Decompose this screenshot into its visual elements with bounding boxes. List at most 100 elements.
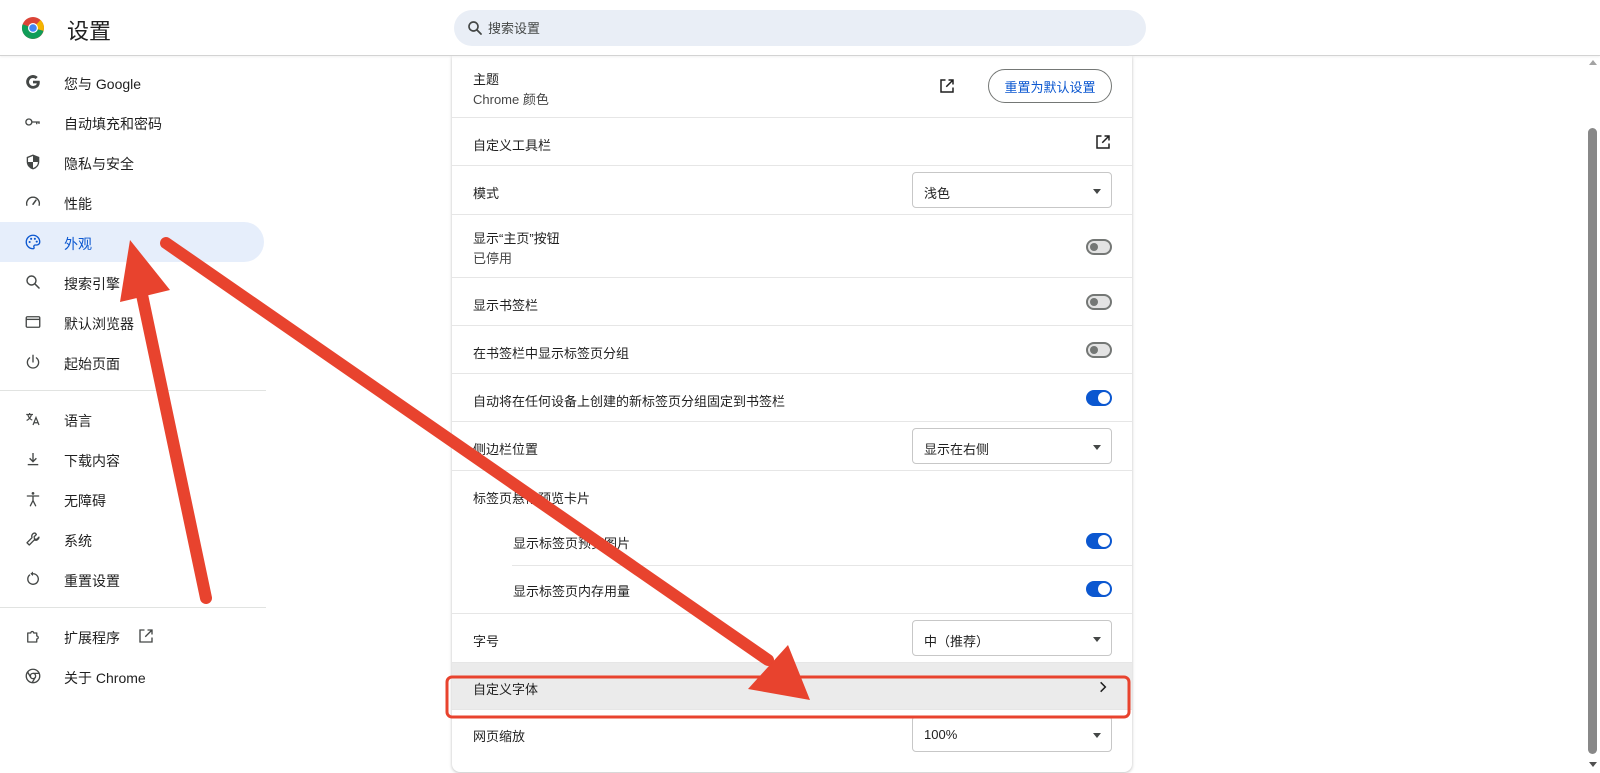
mode-select[interactable]: 浅色 [912, 172, 1112, 208]
sidebar-item-system[interactable]: 系统 [0, 519, 264, 559]
bookmarks-bar-toggle[interactable] [1086, 294, 1112, 310]
font-size-label: 字号 [473, 634, 500, 649]
font-size-select-value: 中（推荐） [924, 634, 990, 649]
sidebar-item-label: 隐私与安全 [64, 156, 134, 172]
custom-fonts-label: 自定义字体 [473, 682, 539, 697]
mode-select-value: 浅色 [924, 186, 951, 201]
page-zoom-select-value: 100% [924, 727, 958, 742]
search-bar[interactable] [454, 10, 1146, 46]
page-zoom-label: 网页缩放 [473, 729, 526, 744]
sidebar-item-privacy[interactable]: 隐私与安全 [0, 142, 264, 182]
google-g-icon [26, 75, 40, 89]
sidebar-item-label: 起始页面 [64, 356, 120, 372]
sidebar-item-on-startup[interactable]: 起始页面 [0, 342, 264, 382]
font-size-select[interactable]: 中（推荐） [912, 620, 1112, 656]
open-in-new-icon [1096, 135, 1110, 149]
scroll-down-arrow-icon[interactable] [1589, 762, 1597, 767]
search-input[interactable] [488, 10, 1128, 46]
chrome-logo-icon [21, 17, 44, 39]
hover-card-header-row: 标签页悬停预览卡片 [452, 470, 1132, 518]
sidebar-item-label: 外观 [64, 236, 92, 252]
sidebar-item-label: 性能 [64, 196, 92, 212]
download-icon [27, 453, 39, 466]
sidebar-item-extensions[interactable]: 扩展程序 [0, 616, 264, 656]
hover-memory-row[interactable]: 显示标签页内存用量 [452, 565, 1132, 613]
page-scrollbar[interactable] [1586, 56, 1600, 773]
sidebar-divider [0, 607, 266, 608]
sidebar-item-label: 默认浏览器 [64, 316, 134, 332]
home-button-row[interactable]: 显示“主页”按钮 已停用 [452, 214, 1132, 277]
hover-memory-toggle[interactable] [1086, 581, 1112, 597]
sidebar-item-label: 您与 Google [64, 76, 142, 92]
sidebar-item-label: 下载内容 [64, 453, 120, 469]
tab-groups-bar-label: 在书签栏中显示标签页分组 [473, 346, 630, 361]
dropdown-caret-icon [1093, 445, 1101, 450]
home-button-label: 显示“主页”按钮 [473, 231, 560, 246]
bookmarks-bar-label: 显示书签栏 [473, 298, 539, 313]
side-panel-row: 侧边栏位置 显示在右侧 [452, 421, 1132, 470]
sidebar-item-label: 系统 [64, 533, 92, 549]
sidebar-item-label: 重置设置 [64, 573, 120, 589]
sidebar-item-about-chrome[interactable]: 关于 Chrome [0, 656, 264, 696]
side-panel-select[interactable]: 显示在右侧 [912, 428, 1112, 464]
palette-icon [25, 234, 41, 250]
sidebar-item-appearance[interactable]: 外观 [0, 222, 264, 262]
theme-value: Chrome 颜色 [473, 92, 549, 107]
chevron-right-icon [1100, 681, 1107, 693]
settings-app: 设置 您与 Google 自动填充和密码 [0, 0, 1600, 773]
sidebar-item-performance[interactable]: 性能 [0, 182, 264, 222]
dropdown-caret-icon [1093, 637, 1101, 642]
shield-icon [26, 154, 40, 170]
tab-groups-bar-toggle[interactable] [1086, 342, 1112, 358]
side-panel-select-value: 显示在右侧 [924, 442, 990, 457]
search-icon [468, 21, 482, 35]
speedometer-icon [25, 196, 41, 206]
dropdown-caret-icon [1093, 733, 1101, 738]
browser-window-icon [25, 316, 41, 328]
open-in-new-icon[interactable] [938, 77, 956, 95]
power-icon [26, 354, 40, 369]
key-icon [25, 118, 40, 126]
accessibility-icon [26, 492, 40, 507]
sidebar-item-you-and-google[interactable]: 您与 Google [0, 62, 264, 102]
reset-theme-button[interactable]: 重置为默认设置 [988, 69, 1112, 103]
search-icon [26, 275, 40, 289]
bookmarks-bar-row[interactable]: 显示书签栏 [452, 277, 1132, 325]
hover-image-toggle[interactable] [1086, 533, 1112, 549]
sidebar-item-label: 搜索引擎 [64, 276, 120, 292]
open-in-new-icon [139, 629, 153, 643]
hover-card-label: 标签页悬停预览卡片 [473, 491, 591, 506]
page-title: 设置 [67, 19, 112, 44]
hover-image-label: 显示标签页预览图片 [513, 536, 631, 551]
sidebar-item-autofill[interactable]: 自动填充和密码 [0, 102, 264, 142]
translate-icon [26, 413, 40, 426]
page-zoom-select[interactable]: 100% [912, 716, 1112, 752]
tab-groups-bar-row[interactable]: 在书签栏中显示标签页分组 [452, 325, 1132, 373]
sidebar-item-label: 无障碍 [64, 493, 106, 509]
sidebar-item-reset[interactable]: 重置设置 [0, 559, 264, 599]
hover-image-row[interactable]: 显示标签页预览图片 [452, 518, 1132, 565]
customize-toolbar-label: 自定义工具栏 [473, 138, 552, 153]
hover-memory-label: 显示标签页内存用量 [513, 584, 631, 599]
customize-toolbar-row[interactable]: 自定义工具栏 [452, 117, 1132, 165]
scroll-thumb[interactable] [1588, 128, 1597, 754]
sidebar-item-languages[interactable]: 语言 [0, 399, 264, 439]
appearance-settings-card: 主题 Chrome 颜色 重置为默认设置 自定义工具栏 模式 浅色 显示“主页”… [452, 56, 1132, 772]
pin-tab-groups-toggle[interactable] [1086, 390, 1112, 406]
sidebar-item-search-engine[interactable]: 搜索引擎 [0, 262, 264, 302]
custom-fonts-row[interactable]: 自定义字体 [452, 662, 1132, 709]
page-zoom-row: 网页缩放 100% [452, 709, 1132, 763]
wrench-icon [26, 532, 40, 546]
home-button-toggle[interactable] [1086, 239, 1112, 255]
pin-tab-groups-row[interactable]: 自动将在任何设备上创建的新标签页分组固定到书签栏 [452, 373, 1132, 421]
mode-row: 模式 浅色 [452, 165, 1132, 214]
dropdown-caret-icon [1093, 189, 1101, 194]
sidebar-item-label: 扩展程序 [64, 630, 120, 646]
sidebar-item-downloads[interactable]: 下载内容 [0, 439, 264, 479]
mode-label: 模式 [473, 186, 500, 201]
sidebar-item-accessibility[interactable]: 无障碍 [0, 479, 264, 519]
scroll-up-arrow-icon[interactable] [1589, 60, 1597, 65]
theme-label: 主题 [473, 72, 500, 87]
sidebar-item-default-browser[interactable]: 默认浏览器 [0, 302, 264, 342]
theme-row[interactable]: 主题 Chrome 颜色 重置为默认设置 [452, 56, 1132, 117]
